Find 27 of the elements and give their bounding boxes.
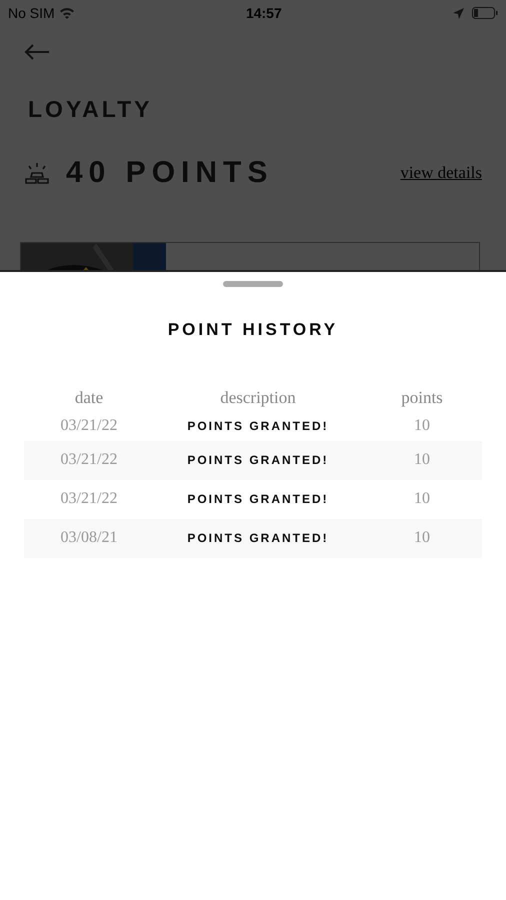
column-header: points bbox=[401, 388, 443, 406]
description-cell: POINTS GRANTED! bbox=[187, 531, 329, 545]
description-cell: POINTS GRANTED! bbox=[187, 492, 329, 506]
back-arrow-icon[interactable] bbox=[24, 42, 50, 61]
date-cell: 03/21/22 bbox=[60, 451, 118, 468]
page-title: LOYALTY bbox=[28, 95, 153, 124]
description-cell: POINTS GRANTED! bbox=[187, 418, 329, 432]
column-header: date bbox=[74, 388, 104, 406]
points-cell: 10 bbox=[414, 451, 430, 468]
column-header: description bbox=[220, 388, 296, 406]
points-cell: 10 bbox=[414, 529, 430, 546]
points-total: 40 POINTS bbox=[66, 154, 274, 190]
clock-text: 14:57 bbox=[246, 4, 282, 22]
view-details-link[interactable]: view details bbox=[400, 160, 482, 186]
points-cell: 10 bbox=[414, 490, 430, 507]
battery-icon bbox=[472, 7, 498, 19]
location-icon bbox=[453, 8, 464, 18]
bars-icon bbox=[24, 162, 50, 184]
sheet-title: POINT HISTORY bbox=[168, 319, 338, 341]
date-cell: 03/21/22 bbox=[60, 416, 118, 434]
carrier-text: No SIM bbox=[8, 4, 55, 22]
drag-handle[interactable] bbox=[223, 281, 283, 287]
wifi-icon bbox=[58, 7, 75, 19]
date-cell: 03/08/21 bbox=[60, 529, 118, 546]
date-cell: 03/21/22 bbox=[60, 490, 118, 507]
description-cell: POINTS GRANTED! bbox=[187, 453, 329, 467]
points-cell: 10 bbox=[414, 416, 430, 434]
